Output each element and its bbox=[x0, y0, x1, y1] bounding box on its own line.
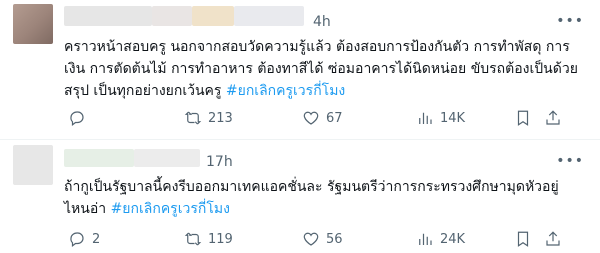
tweet-2[interactable]: 17h ••• ถ้ากูเป็นรัฐบาลนี้คงรีบออกมาเทคแ… bbox=[0, 141, 600, 253]
retweet-count: 213 bbox=[208, 110, 233, 126]
like-button[interactable]: 67 bbox=[302, 108, 343, 128]
share-button[interactable] bbox=[544, 108, 562, 128]
avatar[interactable] bbox=[13, 145, 53, 185]
redacted-username bbox=[192, 6, 234, 26]
avatar[interactable] bbox=[13, 4, 53, 44]
heart-icon bbox=[303, 111, 319, 125]
tweet-text-fragment: สรุป เป็นทุกอย่างยกเว้นครู bbox=[64, 83, 226, 99]
heart-icon bbox=[303, 232, 319, 246]
tweet-text: คราวหน้าสอบครู นอกจากสอบวัดความรู้แล้ว ต… bbox=[64, 36, 584, 102]
share-icon bbox=[546, 231, 560, 246]
retweet-icon bbox=[184, 232, 202, 246]
redacted-username bbox=[152, 6, 192, 26]
retweet-button[interactable]: 119 bbox=[184, 229, 233, 249]
hashtag-link[interactable]: #ยกเลิกครูเวรกี่โมง bbox=[111, 201, 230, 217]
tweet-1[interactable]: 4h ••• คราวหน้าสอบครู นอกจากสอบวัดความรู… bbox=[0, 0, 600, 140]
bookmark-button[interactable] bbox=[514, 108, 532, 128]
retweet-icon bbox=[184, 111, 202, 125]
redacted-handle bbox=[234, 6, 304, 26]
reply-count: 2 bbox=[92, 231, 101, 247]
tweet-timestamp[interactable]: 4h bbox=[313, 14, 331, 30]
reply-icon bbox=[70, 111, 84, 126]
like-count: 56 bbox=[326, 231, 343, 247]
tweet-text-line: เงิน การตัดต้นไม้ การทำอาหาร ต้องทาสีได้… bbox=[64, 61, 578, 77]
reply-icon bbox=[70, 232, 84, 247]
tweet-timestamp[interactable]: 17h bbox=[206, 154, 233, 170]
tweet-actions: 2 119 56 24K bbox=[64, 229, 584, 249]
more-horizontal-icon[interactable]: ••• bbox=[556, 13, 584, 29]
more-horizontal-icon[interactable]: ••• bbox=[556, 153, 584, 169]
redacted-username bbox=[64, 149, 134, 167]
reply-button[interactable] bbox=[68, 108, 92, 128]
reply-button[interactable]: 2 bbox=[68, 229, 100, 249]
bookmark-button[interactable] bbox=[514, 229, 532, 249]
redacted-handle bbox=[134, 149, 200, 167]
tweet-text-line: สรุป เป็นทุกอย่างยกเว้นครู #ยกเลิกครูเวร… bbox=[64, 80, 584, 102]
hashtag-link[interactable]: #ยกเลิกครูเวรกี่โมง bbox=[226, 83, 345, 99]
like-button[interactable]: 56 bbox=[302, 229, 343, 249]
share-icon bbox=[546, 110, 560, 125]
tweet-actions: 213 67 14K bbox=[64, 108, 584, 128]
redacted-username bbox=[64, 6, 152, 26]
views-count: 14K bbox=[440, 110, 466, 126]
views-button[interactable]: 14K bbox=[416, 108, 465, 128]
views-button[interactable]: 24K bbox=[416, 229, 465, 249]
tweet-text-fragment: ไหนอ่า bbox=[64, 201, 111, 217]
tweet-text-line: คราวหน้าสอบครู นอกจากสอบวัดความรู้แล้ว ต… bbox=[64, 39, 570, 55]
views-chart-icon bbox=[419, 233, 432, 245]
tweet-text-line: ถ้ากูเป็นรัฐบาลนี้คงรีบออกมาเทคแอคชั่นละ… bbox=[64, 179, 559, 195]
bookmark-icon bbox=[517, 110, 529, 126]
bookmark-icon bbox=[517, 231, 529, 247]
tweet-text-line: ไหนอ่า #ยกเลิกครูเวรกี่โมง bbox=[64, 198, 584, 220]
tweet-text: ถ้ากูเป็นรัฐบาลนี้คงรีบออกมาเทคแอคชั่นละ… bbox=[64, 176, 584, 220]
retweet-count: 119 bbox=[208, 231, 233, 247]
like-count: 67 bbox=[326, 110, 343, 126]
views-count: 24K bbox=[440, 231, 466, 247]
views-chart-icon bbox=[419, 112, 432, 124]
share-button[interactable] bbox=[544, 229, 562, 249]
retweet-button[interactable]: 213 bbox=[184, 108, 233, 128]
